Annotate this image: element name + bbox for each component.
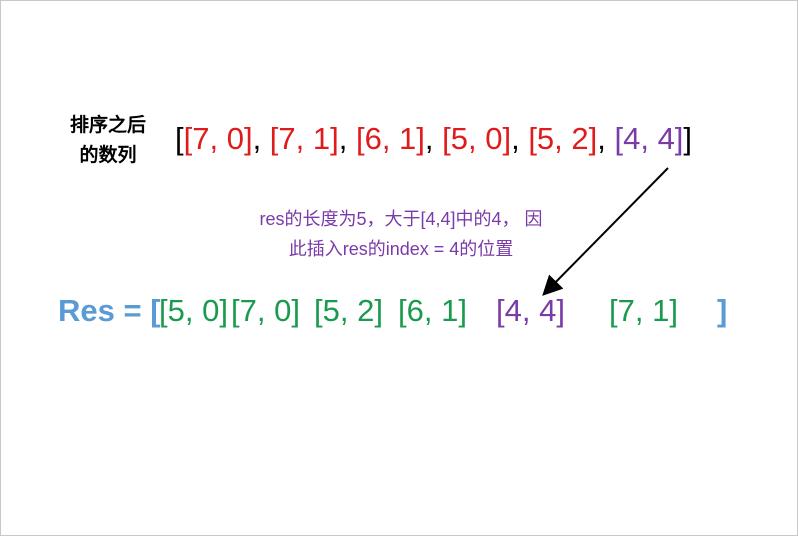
res-item-2: [5, 2] (314, 293, 383, 328)
res-item-5: [7, 1] (609, 293, 678, 328)
res-item-0: [5, 0] (159, 293, 228, 328)
arrow-line (542, 167, 669, 296)
res-item-1: [7, 0] (231, 293, 300, 328)
res-item-4-inserted: [4, 4] (496, 293, 565, 328)
res-item-3: [6, 1] (398, 293, 467, 328)
insert-arrow (542, 167, 669, 296)
res-close-bracket: ] (717, 293, 728, 328)
res-label: Res = [ (58, 293, 161, 328)
diagram-canvas: 排序之后 的数列 [[7, 0], [7, 1], [6, 1], [5, 0]… (0, 0, 798, 536)
